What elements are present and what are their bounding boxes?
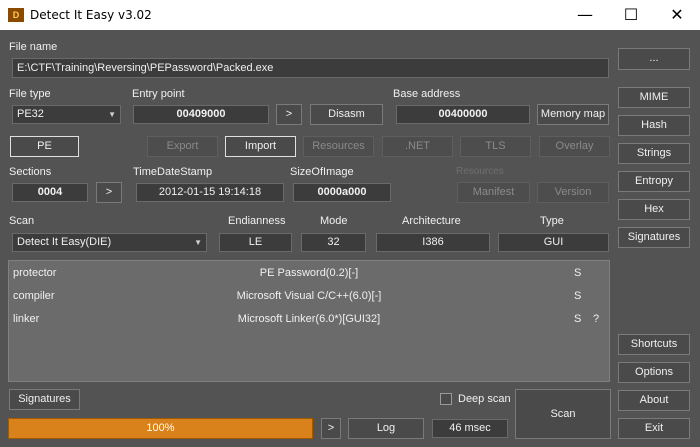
deep-scan-label: Deep scan [458,393,511,405]
result-kind: compiler [13,290,55,302]
result-q[interactable]: ? [593,308,599,330]
mode-label: Mode [320,215,348,227]
scan-label: Scan [9,215,35,227]
progress-label: 100% [146,422,175,434]
minimize-button[interactable]: — [562,0,608,30]
exit-button[interactable]: Exit [618,418,690,439]
mime-button[interactable]: MIME [618,87,690,108]
timestamp-field[interactable]: 2012-01-15 19:14:18 [136,183,284,202]
maximize-button[interactable]: ☐ [608,0,654,30]
hex-button[interactable]: Hex [618,199,690,220]
timestamp-label: TimeDateStamp [133,166,213,178]
result-row-compiler[interactable]: compiler Microsoft Visual C/C++(6.0)[-] … [9,285,609,307]
base-address-label: Base address [393,88,461,100]
resources-group-label: Resources [456,166,504,177]
result-name: PE Password(0.2)[-] [259,267,359,279]
base-address-field[interactable]: 00400000 [396,105,530,124]
entry-point-go-button[interactable]: > [276,104,302,125]
architecture-field[interactable]: I386 [376,233,490,252]
tls-button[interactable]: TLS [460,136,531,157]
sections-field[interactable]: 0004 [12,183,88,202]
disasm-button[interactable]: Disasm [310,104,383,125]
pe-button[interactable]: PE [10,136,79,157]
strings-button[interactable]: Strings [618,143,690,164]
type-label: Type [540,215,564,227]
size-of-image-field[interactable]: 0000a000 [293,183,391,202]
browse-button[interactable]: ... [618,48,690,70]
progress-go-button[interactable]: > [321,418,341,439]
overlay-button[interactable]: Overlay [539,136,610,157]
log-button[interactable]: Log [348,418,424,439]
signatures-button[interactable]: Signatures [9,389,80,410]
hash-button[interactable]: Hash [618,115,690,136]
scan-button[interactable]: Scan [515,389,611,439]
entry-point-field[interactable]: 00409000 [133,105,269,124]
file-type-label: File type [9,88,51,100]
progress-bar: 100% [8,418,313,439]
result-s[interactable]: S [574,262,581,284]
results-list[interactable]: protector PE Password(0.2)[-] S compiler… [8,260,610,382]
size-of-image-label: SizeOfImage [290,166,354,178]
resources-button[interactable]: Resources [303,136,374,157]
file-type-value: PE32 [17,108,44,120]
shortcuts-button[interactable]: Shortcuts [618,334,690,355]
chevron-down-icon: ▼ [108,110,116,119]
sections-label: Sections [9,166,52,178]
result-name: Microsoft Visual C/C++(6.0)[-] [236,290,382,302]
result-row-protector[interactable]: protector PE Password(0.2)[-] S [9,262,609,284]
scan-time-field: 46 msec [432,419,508,438]
entry-point-label: Entry point [132,88,185,100]
architecture-label: Architecture [402,215,461,227]
options-button[interactable]: Options [618,362,690,383]
net-button[interactable]: .NET [382,136,453,157]
close-button[interactable]: ✕ [654,0,700,30]
endianness-label: Endianness [228,215,286,227]
manifest-button[interactable]: Manifest [457,182,530,203]
sidebar-signatures-button[interactable]: Signatures [618,227,690,248]
scan-value: Detect It Easy(DIE) [17,236,112,248]
entropy-button[interactable]: Entropy [618,171,690,192]
chevron-down-icon: ▼ [194,238,202,247]
file-name-label: File name [9,41,58,53]
deep-scan-checkbox[interactable] [440,393,452,405]
file-type-select[interactable]: PE32 ▼ [12,105,121,124]
export-button[interactable]: Export [147,136,218,157]
about-button[interactable]: About [618,390,690,411]
result-s[interactable]: S [574,308,581,330]
result-name: Microsoft Linker(6.0*)[GUI32] [237,313,381,325]
app-logo-icon: D [8,8,24,22]
window-title: Detect It Easy v3.02 [30,8,152,22]
result-s[interactable]: S [574,285,581,307]
result-kind: protector [13,267,57,279]
file-name-input[interactable]: E:\CTF\Training\Reversing\PEPassword\Pac… [12,58,609,78]
scan-select[interactable]: Detect It Easy(DIE) ▼ [12,233,207,252]
sections-go-button[interactable]: > [96,182,122,203]
result-kind: linker [13,313,40,325]
mode-field[interactable]: 32 [301,233,366,252]
version-button[interactable]: Version [537,182,609,203]
import-button[interactable]: Import [225,136,296,157]
memory-map-button[interactable]: Memory map [537,104,609,125]
result-row-linker[interactable]: linker Microsoft Linker(6.0*)[GUI32] S ? [9,308,609,330]
type-field[interactable]: GUI [498,233,609,252]
endianness-field[interactable]: LE [219,233,292,252]
title-bar: D Detect It Easy v3.02 — ☐ ✕ [0,0,700,30]
